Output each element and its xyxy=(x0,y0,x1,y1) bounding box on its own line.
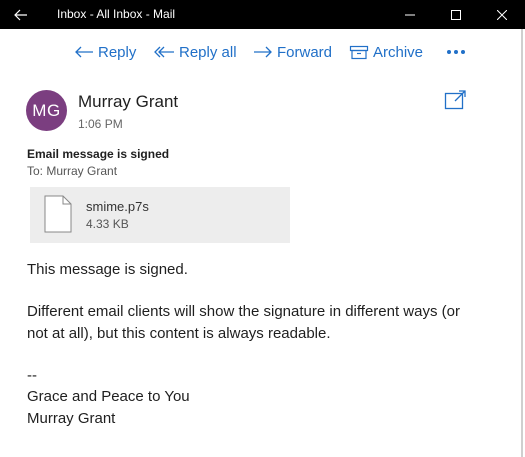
minimize-button[interactable] xyxy=(387,0,433,29)
forward-button[interactable]: Forward xyxy=(253,40,332,64)
message-subject: Email message is signed xyxy=(27,147,170,161)
window-title: Inbox - All Inbox - Mail xyxy=(57,7,176,21)
signature-line-1: Grace and Peace to You xyxy=(27,388,190,405)
title-bar: Inbox - All Inbox - Mail xyxy=(0,0,525,29)
more-icon xyxy=(447,50,465,54)
reply-all-label: Reply all xyxy=(179,43,237,61)
reply-arrow-icon xyxy=(75,46,93,58)
signature-line-2: Murray Grant xyxy=(27,410,116,427)
body-paragraph-2-line-2: not at all), but this content is always … xyxy=(27,325,331,342)
archive-button[interactable]: Archive xyxy=(349,40,423,64)
maximize-button[interactable] xyxy=(433,0,479,29)
sender-name[interactable]: Murray Grant xyxy=(78,92,178,112)
archive-box-icon xyxy=(349,45,369,60)
attachment-size: 4.33 KB xyxy=(86,217,129,231)
close-button[interactable] xyxy=(479,0,525,29)
reply-button[interactable]: Reply xyxy=(74,40,136,64)
attachment-card[interactable]: smime.p7s 4.33 KB xyxy=(30,187,290,243)
back-arrow-icon xyxy=(13,9,27,20)
open-in-new-window-button[interactable] xyxy=(444,89,468,111)
maximize-icon xyxy=(451,9,461,20)
forward-label: Forward xyxy=(277,43,333,61)
reply-all-button[interactable]: Reply all xyxy=(153,40,237,64)
message-time: 1:06 PM xyxy=(78,117,123,131)
body-paragraph-2-line-1: Different email clients will show the si… xyxy=(27,303,460,320)
back-button[interactable] xyxy=(0,0,41,29)
reply-all-icon xyxy=(154,46,174,58)
popout-icon xyxy=(444,90,466,110)
recipient-line[interactable]: To: Murray Grant xyxy=(27,164,117,178)
minimize-icon xyxy=(405,14,415,15)
avatar[interactable]: MG xyxy=(26,90,67,131)
file-icon xyxy=(44,195,72,233)
mail-window: Inbox - All Inbox - Mail Reply Reply all xyxy=(0,0,525,457)
reply-label: Reply xyxy=(98,43,137,61)
close-icon xyxy=(497,9,507,20)
scrollbar[interactable] xyxy=(521,29,523,457)
forward-arrow-icon xyxy=(254,46,272,58)
signature-separator: -- xyxy=(27,367,37,384)
attachment-name: smime.p7s xyxy=(86,199,149,214)
body-paragraph-1: This message is signed. xyxy=(27,261,188,278)
more-options-button[interactable] xyxy=(446,40,470,64)
archive-label: Archive xyxy=(373,43,424,61)
